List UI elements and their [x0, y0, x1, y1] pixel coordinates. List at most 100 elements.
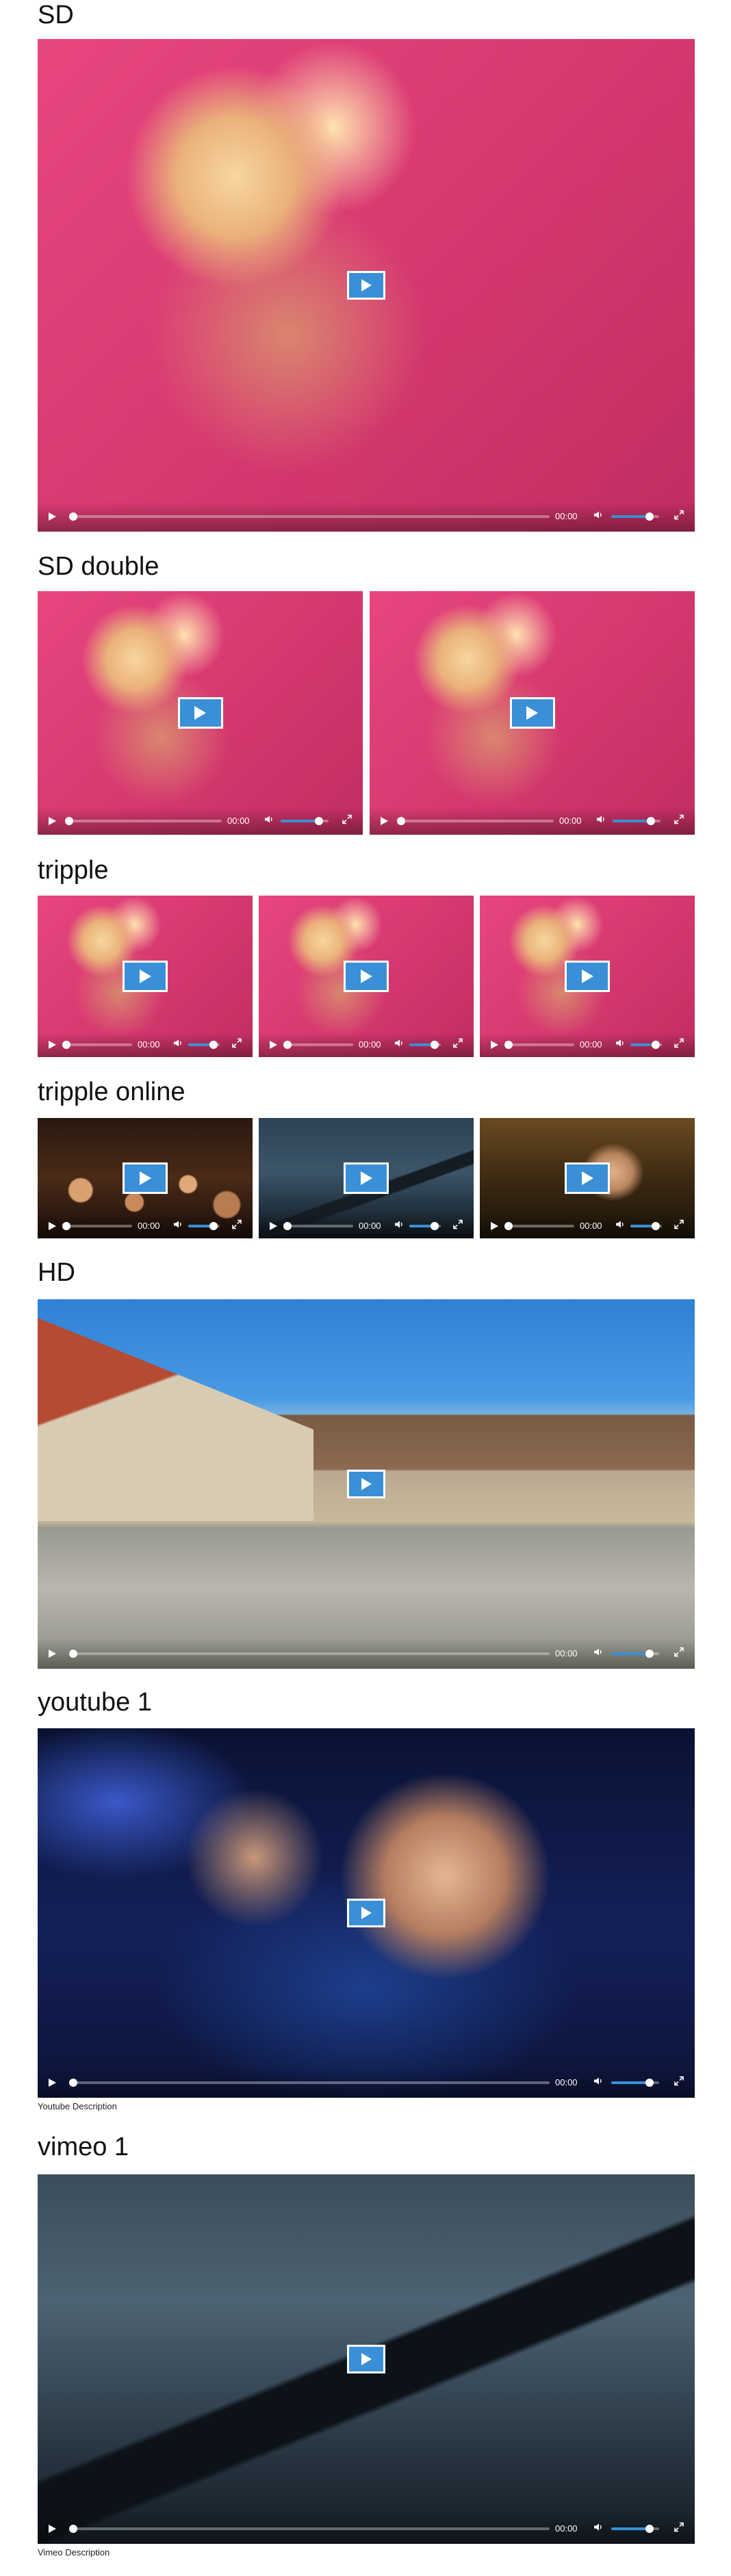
big-play-button[interactable] — [347, 2345, 385, 2373]
progress-handle[interactable] — [62, 1222, 70, 1230]
progress-bar[interactable] — [504, 1222, 574, 1230]
volume-slider[interactable] — [630, 1041, 662, 1049]
play-icon[interactable] — [270, 1041, 277, 1049]
progress-bar[interactable] — [397, 817, 554, 825]
volume-handle[interactable] — [645, 512, 654, 521]
fullscreen-icon[interactable] — [674, 1647, 684, 1661]
volume-slider[interactable] — [611, 1650, 659, 1658]
volume-slider[interactable] — [188, 1222, 220, 1230]
progress-handle[interactable] — [69, 512, 77, 521]
progress-bar[interactable] — [69, 1650, 550, 1658]
progress-handle[interactable] — [65, 817, 73, 825]
play-icon[interactable] — [270, 1222, 277, 1230]
volume-slider[interactable] — [611, 2525, 659, 2533]
play-icon[interactable] — [49, 1041, 56, 1049]
volume-handle[interactable] — [645, 2079, 654, 2087]
progress-bar[interactable] — [283, 1041, 353, 1049]
progress-handle[interactable] — [504, 1041, 513, 1049]
progress-handle[interactable] — [504, 1222, 513, 1230]
volume-slider[interactable] — [611, 2079, 659, 2087]
progress-bar[interactable] — [69, 512, 550, 521]
volume-slider[interactable] — [630, 1222, 662, 1230]
volume-icon[interactable] — [596, 815, 606, 828]
volume-handle[interactable] — [651, 1041, 660, 1049]
progress-bar[interactable] — [283, 1222, 353, 1230]
progress-bar[interactable] — [62, 1222, 132, 1230]
progress-bar[interactable] — [504, 1041, 574, 1049]
big-play-button[interactable] — [344, 961, 389, 992]
volume-icon[interactable] — [615, 1220, 625, 1233]
play-icon[interactable] — [49, 512, 56, 521]
big-play-button[interactable] — [347, 1470, 385, 1498]
progress-handle[interactable] — [397, 817, 405, 825]
big-play-button[interactable] — [344, 1162, 389, 1194]
volume-icon[interactable] — [615, 1039, 625, 1052]
progress-handle[interactable] — [69, 1650, 77, 1658]
video-player-hd[interactable]: 00:00 — [38, 1299, 695, 1669]
big-play-button[interactable] — [177, 697, 223, 729]
volume-handle[interactable] — [645, 2525, 654, 2533]
volume-icon[interactable] — [173, 1220, 183, 1233]
play-icon[interactable] — [49, 1222, 56, 1230]
play-icon[interactable] — [381, 817, 388, 825]
volume-icon[interactable] — [593, 510, 603, 523]
play-icon[interactable] — [49, 1650, 56, 1658]
video-player-tripple-1[interactable]: 00:00 — [38, 896, 253, 1057]
play-icon[interactable] — [49, 817, 56, 825]
video-player-sd[interactable]: 00:00 — [38, 39, 695, 532]
progress-bar[interactable] — [65, 817, 222, 825]
video-player-sd-double-1[interactable]: 00:00 — [38, 591, 363, 835]
volume-slider[interactable] — [409, 1041, 441, 1049]
progress-bar[interactable] — [62, 1041, 132, 1049]
play-icon[interactable] — [49, 2079, 56, 2087]
volume-handle[interactable] — [315, 817, 323, 825]
volume-slider[interactable] — [188, 1041, 220, 1049]
fullscreen-icon[interactable] — [453, 1219, 463, 1233]
volume-icon[interactable] — [593, 2523, 603, 2536]
big-play-button[interactable] — [347, 1899, 385, 1927]
volume-icon[interactable] — [394, 1039, 404, 1052]
big-play-button[interactable] — [347, 271, 385, 300]
progress-handle[interactable] — [69, 2079, 77, 2087]
big-play-button[interactable] — [565, 961, 610, 992]
fullscreen-icon[interactable] — [674, 1219, 684, 1233]
progress-bar[interactable] — [69, 2525, 550, 2533]
big-play-button[interactable] — [123, 1162, 168, 1194]
progress-handle[interactable] — [283, 1222, 292, 1230]
volume-slider[interactable] — [611, 512, 659, 521]
volume-handle[interactable] — [209, 1222, 218, 1230]
video-player-online-2[interactable]: 00:00 — [259, 1118, 474, 1238]
fullscreen-icon[interactable] — [674, 510, 684, 523]
volume-handle[interactable] — [430, 1222, 439, 1230]
play-icon[interactable] — [491, 1222, 498, 1230]
volume-icon[interactable] — [593, 2077, 603, 2090]
volume-handle[interactable] — [430, 1041, 439, 1049]
video-player-online-3[interactable]: 00:00 — [480, 1118, 695, 1238]
volume-icon[interactable] — [394, 1220, 404, 1233]
play-icon[interactable] — [49, 2525, 56, 2533]
volume-slider[interactable] — [409, 1222, 441, 1230]
big-play-button[interactable] — [565, 1162, 610, 1194]
video-player-online-1[interactable]: 00:00 — [38, 1118, 253, 1238]
progress-bar[interactable] — [69, 2079, 550, 2087]
video-player-tripple-2[interactable]: 00:00 — [259, 896, 474, 1057]
volume-handle[interactable] — [647, 817, 655, 825]
volume-handle[interactable] — [209, 1041, 218, 1049]
fullscreen-icon[interactable] — [674, 2076, 684, 2090]
volume-icon[interactable] — [173, 1039, 183, 1052]
big-play-button[interactable] — [509, 697, 555, 729]
progress-handle[interactable] — [69, 2525, 77, 2533]
fullscreen-icon[interactable] — [674, 2522, 684, 2536]
fullscreen-icon[interactable] — [342, 814, 352, 828]
big-play-button[interactable] — [123, 961, 168, 992]
volume-handle[interactable] — [651, 1222, 660, 1230]
progress-handle[interactable] — [283, 1041, 292, 1049]
progress-handle[interactable] — [62, 1041, 70, 1049]
fullscreen-icon[interactable] — [232, 1219, 242, 1233]
volume-handle[interactable] — [645, 1650, 654, 1658]
fullscreen-icon[interactable] — [674, 1038, 684, 1052]
volume-icon[interactable] — [593, 1648, 603, 1661]
play-icon[interactable] — [491, 1041, 498, 1049]
video-player-vimeo-1[interactable]: 00:00 — [38, 2174, 695, 2544]
volume-icon[interactable] — [264, 815, 274, 828]
